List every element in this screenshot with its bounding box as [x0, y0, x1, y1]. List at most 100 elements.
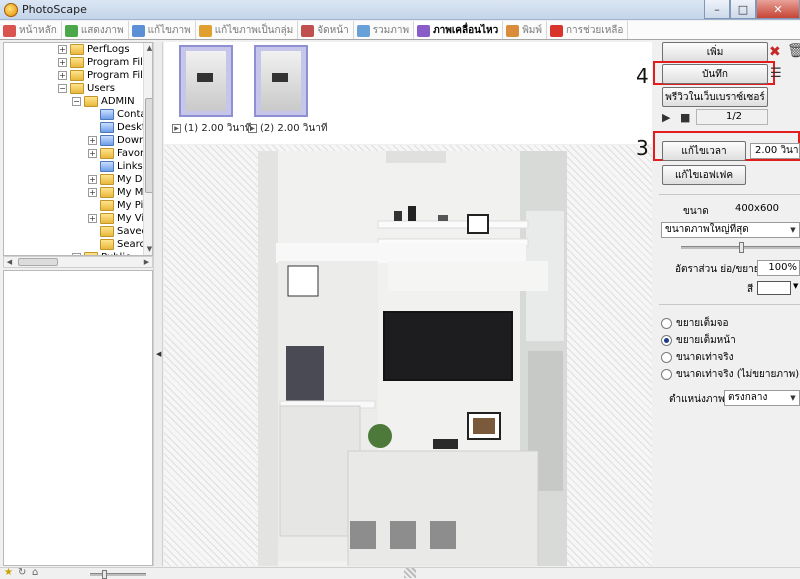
edit-effect-button[interactable]: แก้ไขเอฟเฟค: [662, 165, 746, 185]
position-select[interactable]: ตรงกลาง ▼: [724, 390, 800, 406]
tab-home[interactable]: หน้าหลัก: [0, 21, 62, 39]
collapse-arrow-icon[interactable]: ◀: [156, 350, 161, 358]
size-slider[interactable]: [681, 242, 800, 253]
scroll-right-arrow-icon[interactable]: ▶: [141, 257, 152, 267]
fit-option-label: ขนาดเท่าจริง: [676, 352, 734, 363]
minimize-button[interactable]: –: [704, 0, 730, 19]
tab-label: แสดงภาพ: [80, 25, 124, 36]
maximize-button[interactable]: □: [730, 0, 756, 19]
folder-icon: [70, 70, 84, 81]
tab-label: แก้ไขภาพเป็นกลุ่ม: [214, 25, 294, 36]
tab-editor[interactable]: แก้ไขภาพ: [129, 21, 196, 39]
help-icon: [549, 24, 563, 37]
tree-item[interactable]: +Program Files (x86): [58, 69, 152, 82]
animation-preview-area: [164, 145, 652, 566]
combine-icon: [356, 24, 370, 37]
size-mode-select[interactable]: ขนาดภาพใหญ่ที่สุด ▼: [661, 222, 800, 238]
folder-icon: [100, 122, 114, 133]
refresh-icon[interactable]: ↻: [18, 567, 26, 578]
ratio-field[interactable]: 100%: [757, 260, 800, 276]
expand-toggle-icon[interactable]: −: [72, 97, 81, 106]
tab-label: รวมภาพ: [372, 25, 410, 36]
time-value-field[interactable]: 2.00 วินาที: [750, 143, 800, 159]
play-frame-icon[interactable]: ▶: [172, 124, 181, 133]
tree-item[interactable]: − ADMIN: [72, 95, 135, 108]
file-list-panel[interactable]: [3, 270, 153, 566]
close-button[interactable]: ✕: [756, 0, 800, 19]
folder-icon: [100, 161, 114, 172]
tab-animated-gif[interactable]: ภาพเคลื่อนไหว: [414, 21, 504, 39]
tree-horizontal-scrollbar[interactable]: ◀ ▶: [3, 256, 153, 268]
radio-button[interactable]: [661, 335, 672, 346]
tab-help[interactable]: การช่วยเหลือ: [547, 21, 629, 39]
fit-option-radio[interactable]: ขยายเต็มจอ: [661, 316, 729, 331]
tab-print[interactable]: พิมพ์: [503, 21, 547, 39]
delete-icon[interactable]: ✖: [769, 44, 781, 60]
expand-toggle-icon[interactable]: +: [88, 214, 97, 223]
expand-toggle-icon[interactable]: +: [88, 136, 97, 145]
scroll-down-arrow-icon[interactable]: ▼: [144, 244, 152, 255]
play-icon[interactable]: ▶: [662, 111, 670, 124]
folder-icon: [100, 109, 114, 120]
save-button[interactable]: บันทึก: [662, 64, 768, 84]
frame-thumbnail-2[interactable]: [254, 45, 308, 117]
size-slider-knob[interactable]: [739, 242, 744, 253]
chevron-down-icon[interactable]: ▼: [788, 224, 798, 236]
scroll-up-arrow-icon[interactable]: ▲: [144, 43, 152, 54]
add-button[interactable]: เพิ่ม: [662, 42, 768, 62]
window-controls: – □ ✕: [704, 0, 800, 19]
tree-hscroll-thumb[interactable]: [18, 258, 58, 266]
fit-option-radio[interactable]: ขนาดเท่าจริง: [661, 350, 734, 365]
viewer-icon: [64, 24, 78, 37]
expand-toggle-icon[interactable]: +: [58, 45, 67, 54]
frame-thumbnail-1[interactable]: [179, 45, 233, 117]
zoom-slider[interactable]: [90, 570, 146, 579]
stop-icon[interactable]: ■: [680, 111, 690, 124]
radio-button[interactable]: [661, 352, 672, 363]
chevron-down-icon[interactable]: ▼: [788, 392, 798, 404]
tab-viewer[interactable]: แสดงภาพ: [62, 21, 129, 39]
scroll-left-arrow-icon[interactable]: ◀: [4, 257, 15, 267]
expand-toggle-icon[interactable]: +: [58, 71, 67, 80]
home-icon: [3, 24, 16, 37]
star-icon[interactable]: ★: [4, 567, 13, 578]
camera-icon[interactable]: ⌂: [32, 567, 38, 578]
edit-time-button[interactable]: แก้ไขเวลา: [662, 141, 746, 161]
fit-option-radio[interactable]: ขนาดเท่าจริง (ไม่ขยายภาพ): [661, 367, 799, 382]
tree-item[interactable]: + Program Files: [58, 56, 152, 69]
living-room-photo: [258, 151, 567, 566]
tree-vertical-scrollbar[interactable]: ▲ ▼: [143, 43, 152, 255]
resize-grip-icon[interactable]: [404, 568, 416, 578]
expand-toggle-icon[interactable]: +: [88, 188, 97, 197]
color-dropdown-icon[interactable]: ▼: [793, 282, 798, 290]
tree-scroll-thumb[interactable]: [145, 98, 152, 193]
folder-icon: [100, 135, 114, 146]
tree-item[interactable]: + PerfLogs: [58, 43, 130, 56]
color-swatch[interactable]: [757, 281, 791, 295]
expand-toggle-icon[interactable]: +: [58, 58, 67, 67]
status-bar: ★ ↻ ⌂: [0, 567, 800, 579]
tab-batch-editor[interactable]: แก้ไขภาพเป็นกลุ่ม: [196, 21, 299, 39]
tab-page[interactable]: จัดหน้า: [298, 21, 354, 39]
list-icon[interactable]: ☰: [770, 66, 782, 81]
panel-splitter[interactable]: ◀: [153, 42, 163, 566]
tree-item[interactable]: Links: [88, 160, 143, 173]
radio-button[interactable]: [661, 318, 672, 329]
folder-icon: [100, 213, 114, 224]
expand-toggle-icon[interactable]: +: [88, 175, 97, 184]
fit-option-radio[interactable]: ขยายเต็มหน้า: [661, 333, 736, 348]
tree-item[interactable]: − Users: [58, 82, 115, 95]
folder-tree[interactable]: +PublicSearchesSaved Games+My VideosMy P…: [3, 42, 153, 256]
play-frame-icon[interactable]: ▶: [248, 124, 257, 133]
preview-in-browser-button[interactable]: พรีวิวในเว็บเบราซ์เซอร์: [662, 87, 768, 107]
tab-combine[interactable]: รวมภาพ: [354, 21, 415, 39]
radio-button[interactable]: [661, 369, 672, 380]
trash-icon[interactable]: 🗑: [787, 43, 800, 59]
window-title: PhotoScape: [22, 3, 87, 16]
expand-toggle-icon[interactable]: −: [58, 84, 67, 93]
expand-toggle-icon[interactable]: +: [88, 149, 97, 158]
zoom-slider-knob[interactable]: [102, 570, 107, 579]
